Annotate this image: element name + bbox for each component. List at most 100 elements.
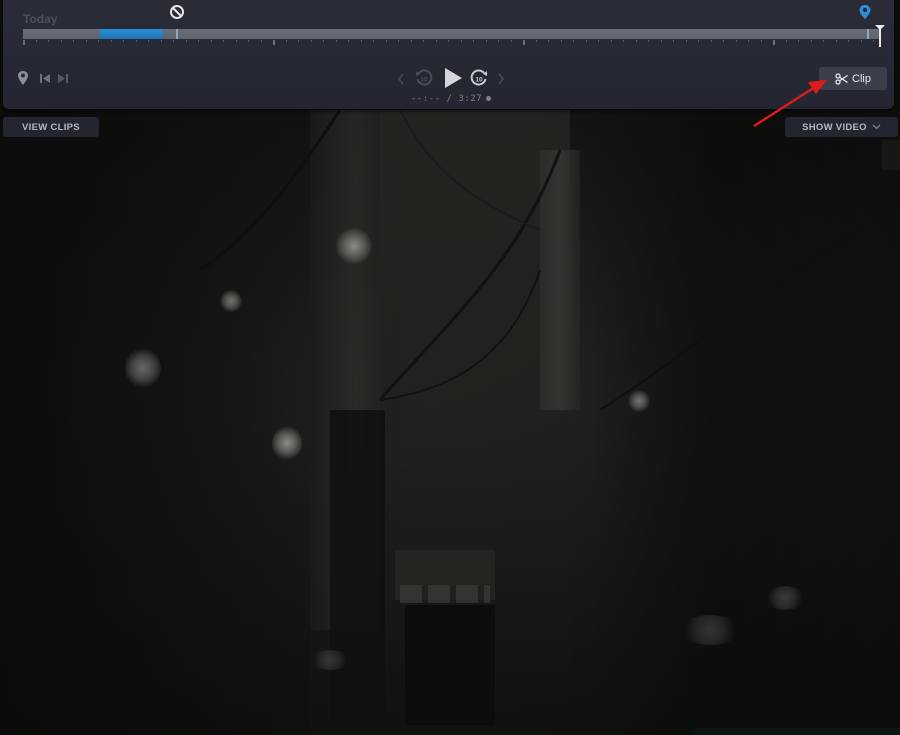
timeline-tick <box>460 40 462 42</box>
timeline-tick <box>623 40 624 42</box>
timeline-tick <box>648 40 649 42</box>
timeline-tick <box>798 40 799 42</box>
timeline-tick <box>448 40 449 42</box>
view-clips-button[interactable]: VIEW CLIPS <box>3 117 99 137</box>
scene-lamp <box>336 228 372 264</box>
scissors-icon <box>835 72 848 85</box>
timeline-tick <box>860 40 862 42</box>
timeline-tick <box>410 40 412 42</box>
bottom-strip <box>693 728 900 735</box>
timeline-tick <box>398 40 399 42</box>
timeline-day-label: Today <box>23 12 58 26</box>
video-frame <box>0 110 900 735</box>
play-icon[interactable] <box>443 67 463 89</box>
timeline-tick <box>723 40 724 42</box>
timeline-tick <box>85 40 87 42</box>
timeline-tick <box>385 40 387 42</box>
timeline-tick <box>735 40 737 42</box>
timeline-tick <box>185 40 187 42</box>
scene-edge <box>882 140 900 170</box>
replay-10-icon[interactable]: 10 <box>414 68 434 88</box>
playhead-handle[interactable] <box>875 25 885 47</box>
timeline-tick <box>673 40 674 42</box>
timeline-tick <box>810 40 812 42</box>
timeline-ticks <box>23 40 879 46</box>
timeline-tick <box>873 40 874 42</box>
clip-button[interactable]: Clip <box>819 67 887 90</box>
duration: 3:27 <box>458 94 483 104</box>
timeline-track[interactable] <box>23 29 879 39</box>
timeline-tick <box>148 40 149 42</box>
scene-debris <box>310 650 350 670</box>
timeline-tick <box>585 40 587 42</box>
clip-button-label: Clip <box>852 72 871 85</box>
scene-lamp <box>125 348 161 388</box>
timeline-tick <box>473 40 474 42</box>
scene-lamp <box>220 290 242 312</box>
timeline-tick <box>173 40 174 42</box>
timeline-tick <box>435 40 437 42</box>
timeline-tick <box>248 40 249 42</box>
timeline-tick <box>335 40 337 42</box>
timeline-tick <box>835 40 837 42</box>
scene-wires <box>199 110 861 411</box>
show-video-label: SHOW VIDEO <box>802 121 867 133</box>
playback-time: --:-- / 3:27 <box>411 94 492 104</box>
timeline-major-tick <box>23 40 25 45</box>
timeline-tick <box>98 40 99 42</box>
time-separator: / <box>440 94 459 104</box>
view-clips-label: VIEW CLIPS <box>22 121 80 133</box>
prohibited-icon[interactable] <box>169 4 185 20</box>
timeline-tick <box>785 40 787 42</box>
timeline-tick <box>710 40 712 42</box>
timeline-tick <box>535 40 537 42</box>
timeline-tick <box>510 40 512 42</box>
timeline-tick <box>823 40 824 42</box>
timeline-tick <box>560 40 562 42</box>
chevron-right-icon[interactable] <box>496 72 506 86</box>
timeline-tick <box>123 40 124 42</box>
timeline-tick <box>573 40 574 42</box>
rewind-seconds: 10 <box>420 77 428 84</box>
timeline-marker[interactable] <box>867 29 869 39</box>
scene-debris <box>680 615 740 645</box>
timeline-tick <box>223 40 224 42</box>
timeline-marker[interactable] <box>176 29 178 39</box>
show-video-button[interactable]: SHOW VIDEO <box>785 117 898 137</box>
add-marker-icon[interactable] <box>17 70 29 86</box>
timeline-tick <box>298 40 299 42</box>
timeline-tick <box>35 40 37 42</box>
timeline-tick <box>660 40 662 42</box>
skip-next-icon[interactable] <box>57 73 69 84</box>
timeline-tick <box>48 40 49 42</box>
timeline-tick <box>310 40 312 42</box>
timeline-tick <box>323 40 324 42</box>
timeline-tick <box>685 40 687 42</box>
chevron-down-icon <box>872 124 881 130</box>
timeline-tick <box>610 40 612 42</box>
location-pin-icon[interactable] <box>858 4 872 20</box>
forward-seconds: 10 <box>475 77 483 84</box>
skip-previous-icon[interactable] <box>39 73 51 84</box>
timeline-tick <box>235 40 237 42</box>
forward-10-icon[interactable]: 10 <box>469 68 489 88</box>
recording-timeline-panel: Today 10 10 --:-- / 3:27 Clip <box>3 0 894 109</box>
timeline-tick <box>135 40 137 42</box>
timeline-tick <box>423 40 424 42</box>
timeline-tick <box>73 40 74 42</box>
timeline-tick <box>498 40 499 42</box>
timeline-tick <box>635 40 637 42</box>
timeline-tick <box>485 40 487 42</box>
timeline-tick <box>698 40 699 42</box>
timeline-tick <box>210 40 212 42</box>
timeline-major-tick <box>523 40 525 45</box>
timeline-tick <box>373 40 374 42</box>
timeline-tick <box>285 40 287 42</box>
scene-lamp <box>272 426 302 460</box>
timeline-tick <box>848 40 849 42</box>
timeline-tick <box>360 40 362 42</box>
timeline-tick <box>760 40 762 42</box>
timeline-tick <box>748 40 749 42</box>
scene-debris <box>765 586 805 610</box>
chevron-left-icon[interactable] <box>396 72 406 86</box>
